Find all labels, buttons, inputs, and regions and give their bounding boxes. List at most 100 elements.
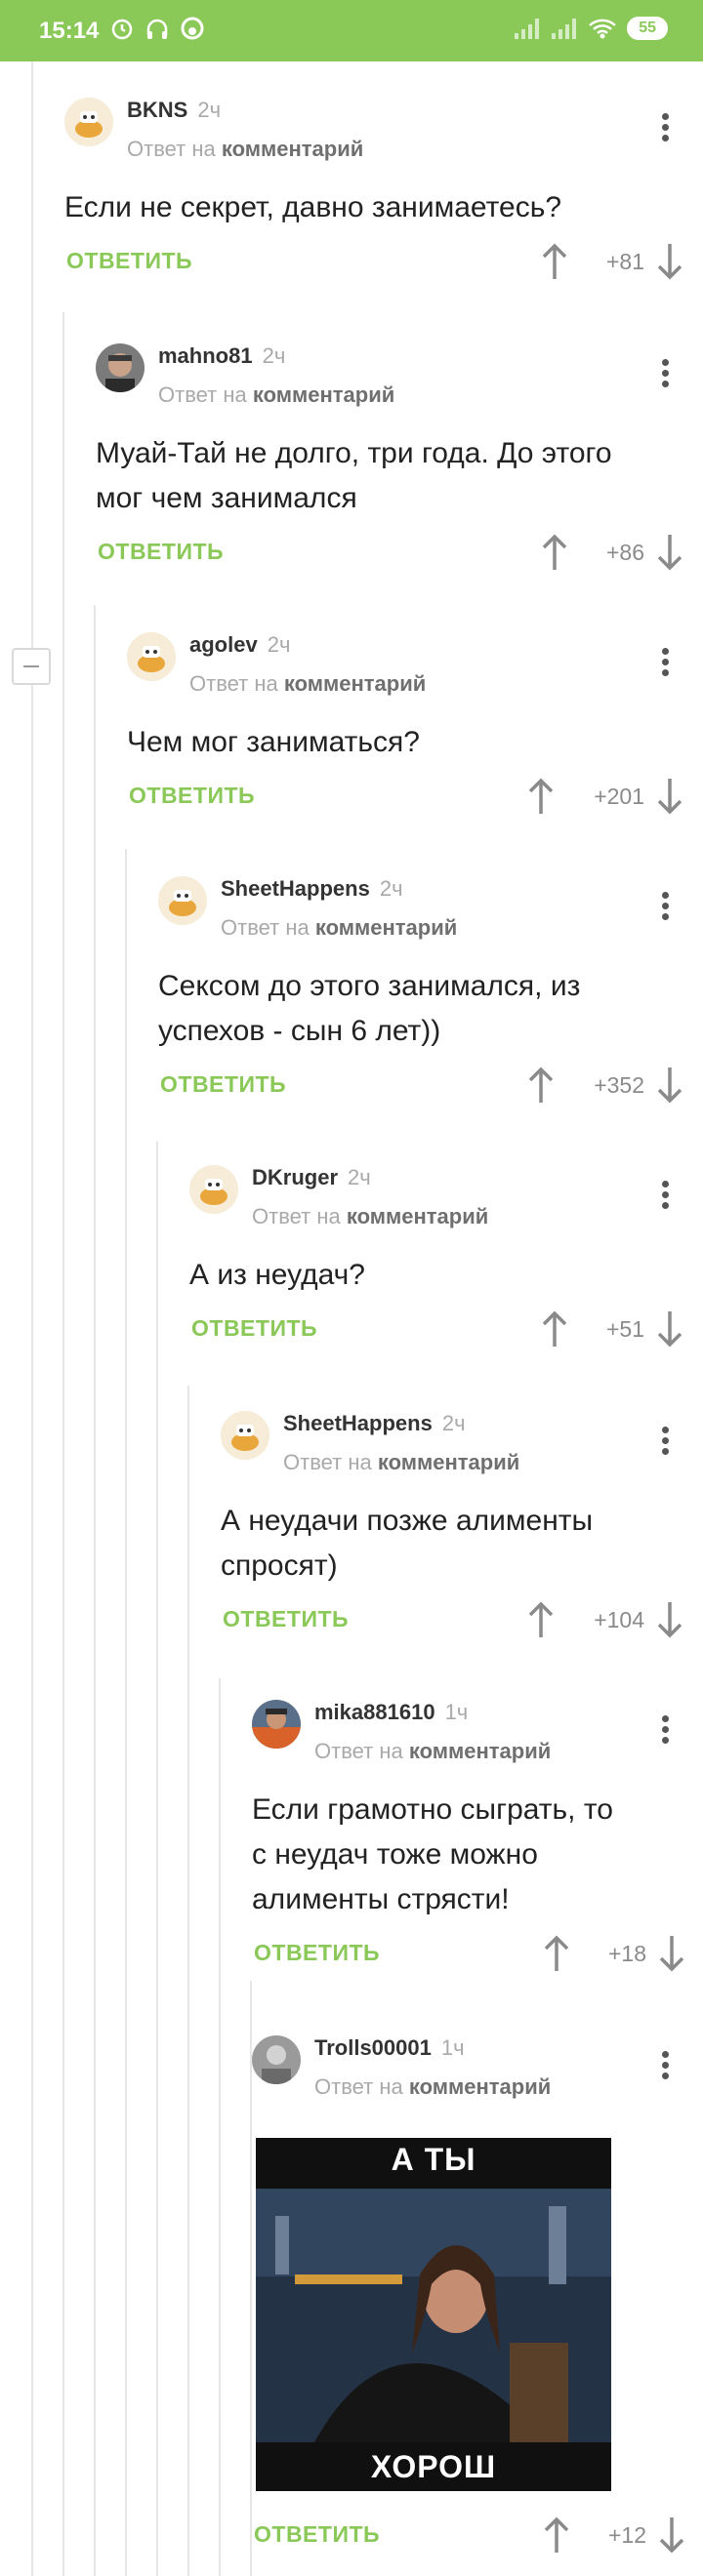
reply-button[interactable]: ОТВЕТИТЬ [191, 1315, 317, 1342]
username[interactable]: BKNS [127, 98, 187, 122]
avatar[interactable] [96, 343, 145, 392]
upvote-icon[interactable] [527, 1600, 555, 1639]
username[interactable]: mika881610 [314, 1700, 435, 1724]
reply-prefix: Ответ на [283, 1450, 372, 1474]
avatar[interactable] [252, 1700, 301, 1749]
downvote-icon[interactable] [656, 242, 683, 281]
upvote-icon[interactable] [543, 2516, 570, 2555]
more-icon[interactable] [650, 1711, 680, 1754]
meme-top-caption: А ТЫ [391, 2142, 476, 2177]
comment-author[interactable]: mika881610 1ч [314, 1700, 468, 1725]
upvote-icon[interactable] [527, 1066, 555, 1105]
username[interactable]: DKruger [252, 1165, 338, 1189]
meme-picture [256, 2189, 611, 2442]
vote-controls: +81 [541, 242, 683, 281]
more-icon[interactable] [650, 888, 680, 931]
comment-time: 2ч [262, 343, 286, 368]
more-icon[interactable] [650, 644, 680, 687]
comment-author[interactable]: SheetHappens 2ч [221, 876, 403, 902]
reply-button[interactable]: ОТВЕТИТЬ [160, 1071, 286, 1098]
vote-controls: +18 [543, 1934, 685, 1973]
upvote-icon[interactable] [543, 1934, 570, 1973]
comment-text: Если грамотно сыграть, то с неудач тоже … [252, 1793, 613, 1915]
more-icon[interactable] [650, 355, 680, 398]
comment-author[interactable]: DKruger 2ч [252, 1165, 371, 1190]
username[interactable]: SheetHappens [283, 1411, 433, 1435]
avatar[interactable] [64, 98, 113, 146]
comment-image[interactable]: А ТЫ ХОРОШ [256, 2138, 611, 2491]
reply-button[interactable]: ОТВЕТИТЬ [129, 783, 255, 809]
comment-time: 1ч [444, 1700, 469, 1724]
comment-score: +201 [594, 784, 644, 809]
upvote-icon[interactable] [527, 777, 555, 816]
reply-to: Ответ на комментарий [158, 382, 394, 408]
downvote-icon[interactable] [656, 533, 683, 572]
reply-prefix: Ответ на [127, 137, 216, 161]
comment: DKruger 2ч Ответ на комментарий А из неуд… [189, 1165, 683, 1360]
thread-line [31, 61, 33, 2576]
thread-line [94, 605, 96, 2576]
comment-author[interactable]: BKNS 2ч [127, 98, 221, 123]
comment-author[interactable]: agolev 2ч [189, 632, 290, 658]
downvote-icon[interactable] [656, 777, 683, 816]
comment-author[interactable]: Trolls00001 1ч [314, 2035, 465, 2061]
vote-controls: +201 [527, 777, 683, 816]
reply-target-link[interactable]: комментарий [315, 915, 457, 940]
reply-target-link[interactable]: комментарий [409, 1739, 551, 1763]
username[interactable]: Trolls00001 [314, 2035, 432, 2060]
comment-text: Сексом до этого занимался, из успехов - … [158, 970, 581, 1047]
signal-icon [515, 19, 540, 39]
comment: mahno81 2ч Ответ на комментарий Муай-Тай … [96, 343, 683, 578]
comment-author[interactable]: SheetHappens 2ч [283, 1411, 466, 1436]
thread-line [219, 1678, 221, 2576]
meme-bottom-caption: ХОРОШ [370, 2449, 497, 2484]
upvote-icon[interactable] [541, 533, 568, 572]
reply-target-link[interactable]: комментарий [409, 2074, 551, 2099]
reply-target-link[interactable]: комментарий [347, 1204, 488, 1228]
downvote-icon[interactable] [656, 1066, 683, 1105]
status-icons-left [109, 16, 205, 41]
downvote-icon[interactable] [656, 1309, 683, 1348]
avatar[interactable] [252, 2035, 301, 2084]
username[interactable]: mahno81 [158, 343, 253, 368]
more-icon[interactable] [650, 109, 680, 152]
thread-line [187, 1386, 189, 2576]
downvote-icon[interactable] [658, 2516, 685, 2555]
downvote-icon[interactable] [658, 1934, 685, 1973]
comment-time: 2ч [348, 1165, 371, 1189]
comment-time: 2ч [267, 632, 291, 657]
username[interactable]: agolev [189, 632, 258, 657]
reply-button[interactable]: ОТВЕТИТЬ [223, 1606, 349, 1632]
more-icon[interactable] [650, 1423, 680, 1466]
comment: mika881610 1ч Ответ на комментарий Если г… [252, 1700, 684, 1983]
avatar[interactable] [158, 876, 207, 925]
app-icon [180, 16, 205, 41]
reply-button[interactable]: ОТВЕТИТЬ [66, 248, 192, 274]
comment-text: А из неудач? [189, 1259, 365, 1291]
comment-score: +86 [605, 540, 644, 565]
comment-score: +51 [605, 1316, 644, 1342]
more-icon[interactable] [650, 1177, 680, 1220]
comment-author[interactable]: mahno81 2ч [158, 343, 285, 369]
upvote-icon[interactable] [541, 1309, 568, 1348]
avatar[interactable] [127, 632, 176, 681]
reply-prefix: Ответ на [189, 671, 278, 696]
wifi-icon [589, 19, 617, 39]
reply-button[interactable]: ОТВЕТИТЬ [254, 2521, 380, 2548]
reply-target-link[interactable]: комментарий [253, 382, 394, 407]
collapse-thread-button[interactable] [12, 648, 51, 685]
avatar[interactable] [221, 1411, 269, 1460]
reply-target-link[interactable]: комментарий [378, 1450, 519, 1474]
avatar[interactable] [189, 1165, 238, 1214]
reply-button[interactable]: ОТВЕТИТЬ [254, 1940, 380, 1966]
comment: BKNS 2ч Ответ на комментарий Если не секр… [64, 98, 683, 293]
username[interactable]: SheetHappens [221, 876, 370, 901]
downvote-icon[interactable] [656, 1600, 683, 1639]
upvote-icon[interactable] [541, 242, 568, 281]
more-icon[interactable] [650, 2047, 680, 2090]
reply-target-link[interactable]: комментарий [284, 671, 426, 696]
status-bar: 15:14 55 [0, 0, 703, 61]
reply-target-link[interactable]: комментарий [222, 137, 363, 161]
comment-score: +81 [605, 249, 644, 274]
reply-button[interactable]: ОТВЕТИТЬ [98, 539, 224, 565]
